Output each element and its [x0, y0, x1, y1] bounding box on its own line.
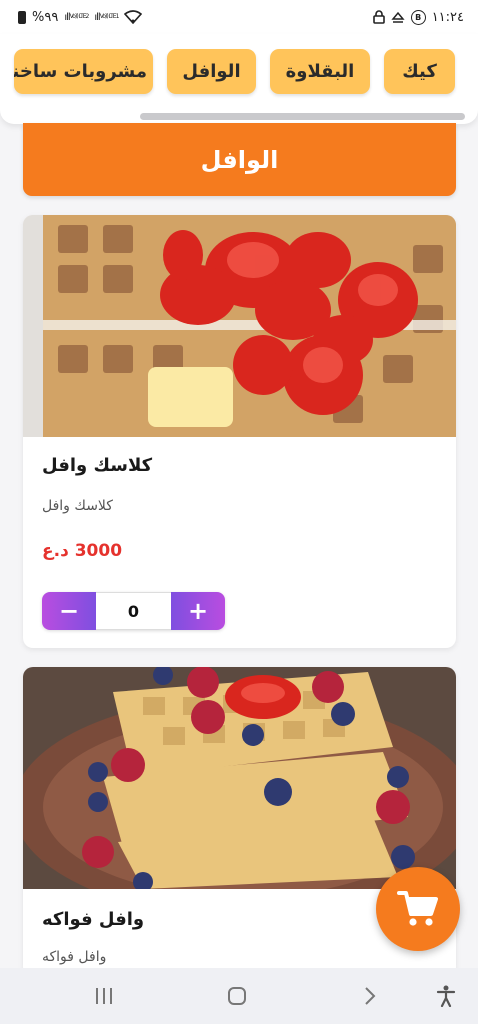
quantity-stepper: − 0 + [42, 592, 225, 630]
cart-button[interactable] [376, 867, 460, 951]
signal-lte2-icon: ıllVo)) LTE2 [64, 11, 89, 23]
shopping-cart-icon [397, 891, 438, 926]
increase-quantity-button[interactable]: + [171, 592, 225, 630]
decrease-quantity-button[interactable]: − [42, 592, 96, 630]
battery-level: %٩٩ [32, 9, 59, 25]
home-button[interactable] [225, 984, 249, 1008]
signal-lte1-icon: ıllVo)) LTE1 [94, 11, 119, 23]
category-baklava[interactable]: البقلاوة [270, 49, 370, 94]
product-image-classic-waffle [23, 215, 456, 437]
status-bar: %٩٩ ıllVo)) LTE2 ıllVo)) LTE1 B ١١:٢٤ [0, 0, 478, 34]
product-name: وافل فواكه [42, 909, 145, 930]
wifi-icon [124, 10, 143, 24]
b-badge-icon: B [410, 9, 426, 25]
product-description: وافل فواكه [42, 949, 107, 965]
status-left: %٩٩ ıllVo)) LTE2 ıllVo)) LTE1 [18, 9, 143, 25]
recent-apps-button[interactable] [92, 984, 116, 1008]
accessibility-icon [436, 985, 456, 1007]
back-icon [365, 987, 376, 1005]
category-bar: كيك البقلاوة الوافل مشروبات ساخنة [0, 34, 478, 124]
product-description: كلاسك وافل [42, 498, 113, 514]
recent-apps-icon [96, 988, 112, 1004]
product-image-fruit-waffle [23, 667, 456, 889]
product-name: كلاسك وافل [42, 455, 153, 476]
battery-icon [18, 10, 26, 24]
clock: ١١:٢٤ [431, 9, 464, 25]
eject-icon [391, 11, 405, 23]
product-price: 3000 د.ع [42, 541, 123, 561]
product-card-classic-waffle[interactable]: كلاسك وافل كلاسك وافل 3000 د.ع − 0 + [23, 215, 456, 648]
accessibility-button[interactable] [434, 984, 458, 1008]
category-scrollbar[interactable] [140, 113, 465, 120]
category-waffle[interactable]: الوافل [167, 49, 256, 94]
lock-icon [372, 10, 385, 24]
back-button[interactable] [358, 984, 382, 1008]
quantity-value: 0 [96, 592, 171, 630]
category-cake[interactable]: كيك [384, 49, 455, 94]
category-hot-drinks[interactable]: مشروبات ساخنة [14, 49, 153, 94]
system-nav-bar [0, 968, 478, 1024]
status-right: B ١١:٢٤ [372, 9, 464, 25]
section-title: الوافل [23, 123, 456, 196]
home-icon [228, 987, 246, 1005]
